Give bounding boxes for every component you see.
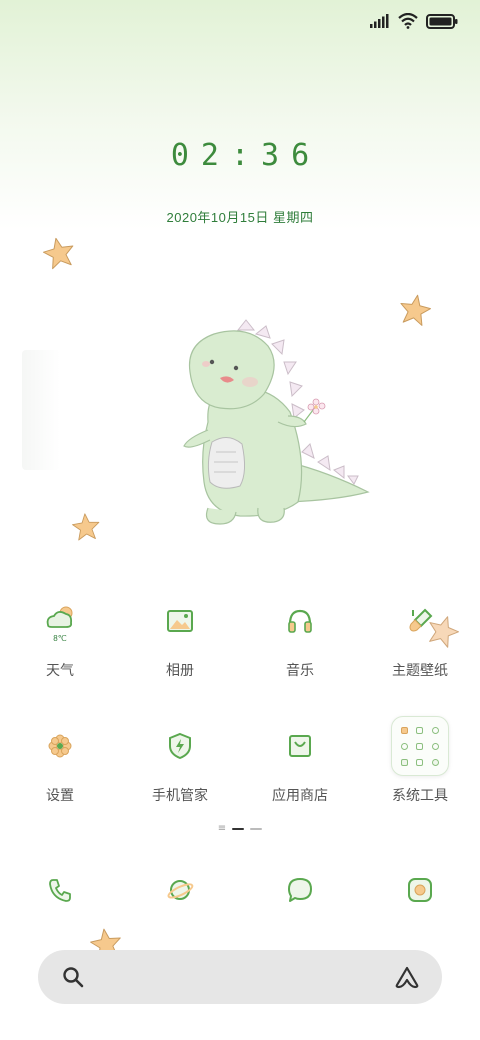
menu-lines-icon: ≡	[217, 823, 227, 834]
widget-placeholder	[22, 350, 60, 470]
page-indicator[interactable]: ≡	[0, 824, 480, 834]
star-icon	[42, 237, 74, 270]
gallery-icon	[151, 592, 209, 650]
dock-camera[interactable]	[360, 860, 480, 920]
signal-icon	[370, 14, 389, 28]
assistant-icon[interactable]	[394, 964, 420, 990]
browser-planet-icon	[167, 880, 194, 900]
clock-date: 2020年10月15日 星期四	[166, 210, 314, 225]
dock-messages[interactable]	[240, 860, 360, 920]
page-dot	[250, 828, 263, 830]
search-bar[interactable]	[38, 950, 442, 1004]
camera-icon	[408, 878, 432, 902]
shield-bolt-icon	[151, 717, 209, 775]
paint-brush-icon	[391, 592, 449, 650]
clock-time: 02:36	[170, 138, 322, 173]
dock-browser[interactable]	[120, 860, 240, 920]
app-label: 主题壁纸	[392, 662, 448, 678]
app-weather[interactable]: 8℃ 天气	[0, 592, 120, 717]
app-themes[interactable]: 主题壁纸	[360, 592, 480, 717]
star-icon	[72, 513, 100, 541]
shopping-bag-icon	[271, 717, 329, 775]
dinosaur-illustration	[183, 319, 370, 525]
status-bar	[370, 10, 458, 32]
star-icon	[400, 294, 431, 326]
message-icon	[288, 878, 312, 902]
app-label: 天气	[46, 662, 74, 678]
weather-temp: 8℃	[53, 634, 66, 643]
folder-icon	[391, 716, 449, 776]
app-label: 手机管家	[152, 787, 208, 803]
dock	[0, 860, 480, 920]
app-label: 设置	[46, 787, 74, 803]
gear-flower-icon	[31, 717, 89, 775]
weather-icon: 8℃	[31, 592, 89, 650]
phone-icon	[49, 879, 71, 902]
app-label: 相册	[166, 662, 194, 678]
app-label: 应用商店	[272, 787, 328, 803]
app-music[interactable]: 音乐	[240, 592, 360, 717]
app-gallery[interactable]: 相册	[120, 592, 240, 717]
app-label: 系统工具	[392, 787, 448, 803]
search-icon[interactable]	[60, 964, 86, 990]
dock-phone[interactable]	[0, 860, 120, 920]
battery-icon	[426, 13, 458, 29]
app-label: 音乐	[286, 662, 314, 678]
page-dot-active	[232, 828, 245, 830]
headphones-icon	[271, 592, 329, 650]
wifi-icon	[398, 13, 418, 29]
app-grid: 8℃ 天气 相册 音乐 主题壁纸 设置 手机管家 应用商店 系统工具	[0, 592, 480, 842]
